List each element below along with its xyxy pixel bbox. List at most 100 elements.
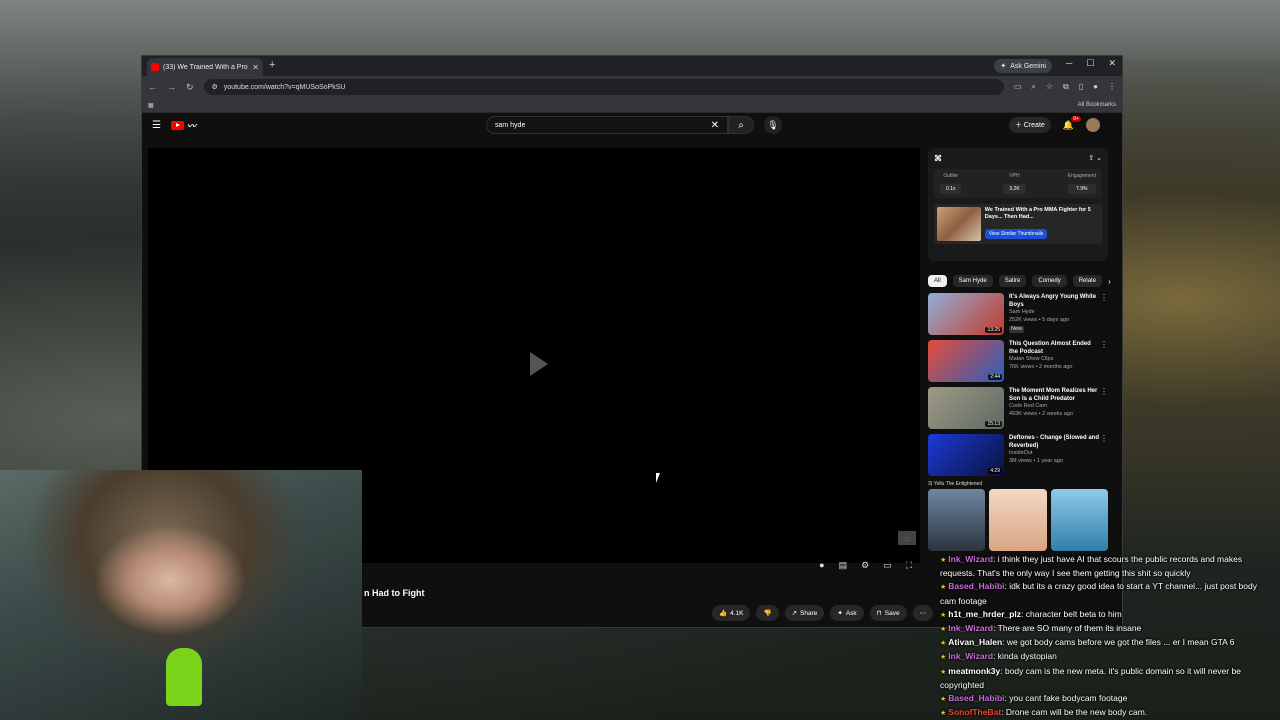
stat-label: Engagement [1067,173,1096,179]
settings-gear-icon[interactable]: ⚙ [861,560,869,571]
profile-icon[interactable]: ● [1093,82,1098,92]
recommendation-item[interactable]: 4:29 Deftones - Change (Slowed and Reverb… [928,434,1108,476]
clear-search-icon[interactable]: ✕ [711,120,719,131]
more-options-icon[interactable]: ⋮ [1100,293,1108,302]
apps-icon[interactable]: ▦ [148,102,154,109]
zoom-icon[interactable]: ⌕ [1031,82,1035,92]
captions-icon[interactable]: ▤ [839,560,848,571]
more-options-icon[interactable]: ⋮ [1100,387,1108,396]
cast-icon[interactable]: ▭ [1014,82,1022,92]
chat-badge-icon: ★ [940,611,947,619]
video-title[interactable]: Deftones - Change (Slowed and Reverbed) [1009,434,1099,450]
stat-label: VPH [1009,173,1020,179]
chip-satire[interactable]: Satire [998,275,1027,287]
sidepanel-icon[interactable]: ▯ [1079,82,1083,92]
play-icon[interactable] [530,352,548,376]
recommendation-item[interactable]: 15:13 The Moment Mom Realizes Her Son Is … [928,387,1108,429]
ask-button[interactable]: ✦ Ask [830,605,864,621]
recommendations-list: 13:25 It's Always Angry Young White Boys S… [928,293,1108,476]
video-thumbnail[interactable]: 2:44 [928,340,1004,382]
chat-message: ★ Ativan_Halen: we got body cams before w… [940,636,1272,650]
chat-badge-icon: ★ [940,557,947,564]
site-info-icon[interactable]: ⚙ [212,83,218,91]
theater-mode-icon[interactable]: ▭ [883,560,892,571]
channel-name[interactable]: InsideOut [1009,450,1099,458]
video-title[interactable]: This Question Almost Ended the Podcast [1009,340,1099,356]
short-thumbnail[interactable] [928,489,986,551]
create-button[interactable]: ＋ Create [1008,117,1051,133]
ask-gemini-button[interactable]: ✦ Ask Gemini [994,59,1052,73]
chip-comedy[interactable]: Comedy [1032,275,1067,287]
chat-username: Ink_Wizard [948,651,994,662]
more-options-icon[interactable]: ⋮ [1100,434,1108,443]
youtube-favicon-icon [151,63,159,71]
short-thumbnail[interactable] [1050,489,1108,551]
channel-name[interactable]: Code Red Cam [1009,403,1099,411]
extension-actions[interactable]: ⇪ ⌄ [1088,154,1102,163]
menu-icon[interactable]: ⋮ [1108,82,1116,92]
extension-logo-icon: ⌘ [934,154,942,163]
chip-sam-hyde[interactable]: Sam Hyde [952,275,993,287]
address-bar[interactable]: ⚙ youtube.com/watch?v=qMUSoSoPkSU [203,79,1004,95]
search-query: sam hyde [495,121,526,129]
youtube-logo[interactable]: 〰 [170,119,196,132]
chat-message: ★ SonofTheBat: Drone cam will be the new … [940,706,1272,720]
save-button[interactable]: ⊓ Save [869,605,907,621]
chevron-right-icon[interactable]: › [1108,277,1111,286]
youtube-play-logo-icon [170,120,184,130]
channel-name[interactable]: Sam Hyde [1009,309,1099,317]
search-input[interactable]: sam hyde ✕ [486,116,728,134]
autoplay-toggle-icon[interactable]: ● [819,560,824,571]
like-button[interactable]: 👍 4.1K [712,605,751,621]
video-thumbnail[interactable]: 13:25 [928,293,1004,335]
chat-message: ★ Based_Habibi: you cant fake bodycam foo… [940,692,1272,706]
youtube-header: ☰ 〰 sam hyde ✕ ⌕ 🎙 ＋ Create 🔔 9+ [142,113,1122,137]
new-badge: New [1009,325,1025,334]
share-button[interactable]: ↗ Share [784,605,825,621]
dislike-button[interactable]: 👎 [756,605,779,621]
bookmark-star-icon[interactable]: ☆ [1046,82,1053,92]
view-similar-thumbnails-button[interactable]: View Similar Thumbnails [984,228,1048,239]
chip-relate[interactable]: Relate [1072,275,1103,287]
menu-hamburger-icon[interactable]: ☰ [152,120,161,131]
video-thumbnail[interactable]: 15:13 [928,387,1004,429]
video-thumbnail[interactable]: 4:29 [928,434,1004,476]
forward-icon[interactable]: → [167,82,176,92]
fullscreen-icon[interactable]: ⛶ [906,560,912,571]
channel-name[interactable]: Matan Show Clips [1009,356,1099,364]
browser-tab[interactable]: (33) We Trained With a Pro MMA ✕ [147,58,263,76]
minimize-icon[interactable]: ─ [1066,58,1072,69]
short-thumbnail[interactable] [989,489,1047,551]
extensions-icon[interactable]: ⧉ [1063,82,1069,92]
like-count: 4.1K [730,609,744,617]
chip-all[interactable]: All [928,275,947,287]
recommendation-item[interactable]: 13:25 It's Always Angry Young White Boys S… [928,293,1108,335]
video-title[interactable]: It's Always Angry Young White Boys [1009,293,1099,309]
reload-icon[interactable]: ↻ [186,82,194,93]
avatar[interactable] [1086,118,1100,132]
extension-header: ⌘ ⇪ ⌄ [934,154,1102,163]
voice-search-button[interactable]: 🎙 [764,116,782,134]
bookmark-icon: ⊓ [876,610,882,617]
notifications-button[interactable]: 🔔 9+ [1063,115,1081,131]
video-meta: 493K views • 2 weeks ago [1009,410,1073,417]
chat-badge-icon: ★ [940,584,947,592]
close-tab-icon[interactable]: ✕ [252,63,259,72]
sparkle-icon: ✦ [837,610,843,617]
more-options-icon[interactable]: ⋮ [1100,340,1108,349]
back-icon[interactable]: ← [148,82,157,92]
extension-panel: ⌘ ⇪ ⌄ Outlier 0.1x VPH 3.2K Engagement 7.9% W… [928,148,1108,261]
video-meta: 76K views • 2 months ago [1009,363,1073,370]
video-title[interactable]: The Moment Mom Realizes Her Son Is a Chi… [1009,387,1099,403]
recommendation-item[interactable]: 2:44 This Question Almost Ended the Podca… [928,340,1108,382]
search-button[interactable]: ⌕ [728,116,754,134]
video-info: Deftones - Change (Slowed and Reverbed) I… [1009,434,1099,476]
tab-strip: (33) We Trained With a Pro MMA ✕ + ✦ Ask… [142,56,1122,76]
maximize-icon[interactable]: ☐ [1086,58,1094,69]
chat-message: ★ Ink_Wizard: There are SO many of them i… [940,622,1272,636]
new-tab-button[interactable]: + [269,59,275,71]
chat-badge-icon: ★ [940,626,947,634]
all-bookmarks[interactable]: All Bookmarks [1078,102,1116,108]
bookmarks-bar: ▦ All Bookmarks [142,98,1122,113]
close-window-icon[interactable]: ✕ [1108,58,1116,69]
